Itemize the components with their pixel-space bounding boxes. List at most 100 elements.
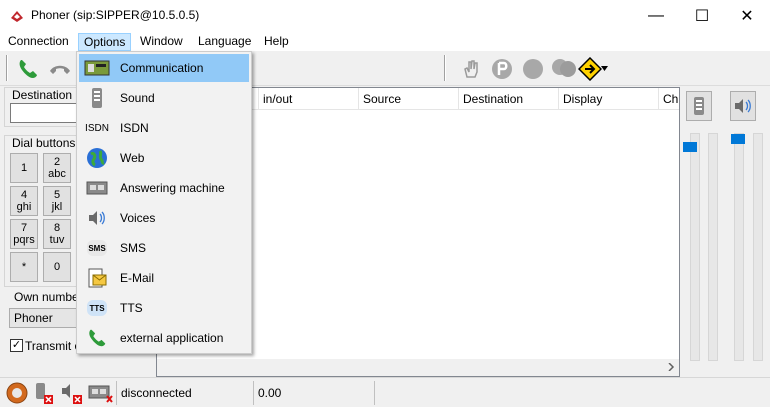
close-button[interactable]: ✕ [724, 0, 770, 31]
column-separator [658, 88, 659, 110]
column-header-destination[interactable]: Destination [463, 92, 523, 106]
microphone-icon [694, 97, 704, 115]
menu-item-label: ISDN [120, 121, 149, 135]
phoner-app-icon [11, 11, 23, 22]
connection-status-text: disconnected [116, 381, 252, 405]
sound-icon [83, 84, 111, 112]
dial-button-letters: tuv [49, 234, 65, 246]
menu-item-label: external application [120, 331, 224, 345]
microphone-volume-slider[interactable] [690, 133, 700, 361]
dial-button-digit: 8 [53, 222, 61, 234]
column-separator [358, 88, 359, 110]
dial-button-digit: 2 [53, 156, 61, 168]
menu-item-isdn[interactable]: ISDN ISDN [79, 114, 249, 142]
menu-item-label: SMS [120, 241, 147, 255]
sms-icon: SMS [87, 240, 107, 256]
dial-button-digit: 0 [53, 261, 61, 273]
options-menu-dropdown: Communication Sound ISDN ISDN Web Answer… [76, 51, 252, 354]
horizontal-scrollbar[interactable] [157, 359, 679, 376]
menu-item-label: TTS [120, 301, 143, 315]
dial-button-digit: 7 [20, 222, 28, 234]
status-value: 0.00 [253, 381, 373, 405]
speaker-level-track [753, 133, 763, 361]
title-bar: Phoner (sip:SIPPER@10.5.0.5) — ☐ ✕ [0, 0, 770, 31]
call-icon[interactable] [16, 57, 40, 81]
connection-status-icon [6, 382, 28, 404]
dial-button-star[interactable]: * [10, 252, 38, 282]
speaker-volume-slider[interactable] [734, 133, 744, 361]
microphone-level-track [708, 133, 718, 361]
menu-item-answering-machine[interactable]: Answering machine [79, 174, 249, 202]
dial-button-4[interactable]: 4 ghi [10, 186, 38, 216]
menu-item-tts[interactable]: TTS TTS [79, 294, 249, 322]
isdn-icon: ISDN [85, 122, 109, 134]
column-header-channel[interactable]: Ch [663, 92, 678, 106]
menu-connection[interactable]: Connection [3, 33, 74, 51]
dial-button-digit: 1 [20, 162, 28, 174]
menu-item-voices[interactable]: Voices [79, 204, 249, 232]
speaker-button[interactable] [730, 91, 756, 121]
microphone-button[interactable] [686, 91, 712, 121]
conference-icon[interactable] [550, 57, 578, 81]
dial-button-1[interactable]: 1 [10, 153, 38, 183]
menu-item-label: Sound [120, 91, 155, 105]
menu-item-label: Communication [120, 61, 204, 75]
dial-button-7[interactable]: 7 pqrs [10, 219, 38, 249]
speaker-volume-thumb[interactable] [731, 134, 745, 144]
maximize-icon: ☐ [694, 7, 710, 25]
record-icon[interactable] [521, 57, 545, 81]
minimize-button[interactable]: — [633, 0, 679, 31]
scroll-right-icon[interactable] [667, 363, 675, 371]
answering-machine-icon [83, 174, 111, 202]
dial-button-5[interactable]: 5 jkl [43, 186, 71, 216]
menu-item-label: Answering machine [120, 181, 225, 195]
column-header-inout[interactable]: in/out [263, 92, 292, 106]
menu-item-external-application[interactable]: external application [79, 324, 249, 352]
menu-window[interactable]: Window [135, 33, 188, 51]
menu-item-label: Web [120, 151, 145, 165]
right-panel [680, 87, 770, 377]
dial-buttons-label: Dial buttons [10, 136, 78, 150]
chevron-down-icon[interactable] [601, 66, 608, 71]
dial-button-0[interactable]: 0 [43, 252, 71, 282]
dial-button-digit: * [21, 261, 27, 273]
hold-hand-icon[interactable] [459, 57, 483, 81]
menu-options[interactable]: Options [78, 33, 132, 51]
menu-bar: Connection Options Window Language Help [0, 31, 770, 51]
menu-item-email[interactable]: E-Mail [79, 264, 249, 292]
dial-button-digit: 5 [53, 189, 61, 201]
microphone-volume-thumb[interactable] [683, 142, 697, 152]
window-title: Phoner (sip:SIPPER@10.5.0.5) [31, 8, 200, 22]
dial-button-letters: abc [48, 168, 66, 180]
dial-button-letters: ghi [16, 201, 32, 213]
column-header-display[interactable]: Display [563, 92, 602, 106]
toolbar-separator [444, 55, 446, 81]
menu-item-sms[interactable]: SMS SMS [79, 234, 249, 262]
dial-button-letters: jkl [51, 201, 63, 213]
maximize-button[interactable]: ☐ [679, 0, 725, 31]
menu-item-sound[interactable]: Sound [79, 84, 249, 112]
speaker-icon [83, 204, 111, 232]
menu-item-label: Voices [120, 211, 156, 225]
transmit-checkbox[interactable]: ✓ [10, 339, 23, 352]
phone-green-icon [83, 324, 111, 352]
tts-icon: TTS [87, 300, 107, 316]
menu-item-label: E-Mail [120, 271, 155, 285]
menu-item-web[interactable]: Web [79, 144, 249, 172]
close-icon: ✕ [740, 7, 754, 25]
dial-button-2[interactable]: 2 abc [43, 153, 71, 183]
menu-language[interactable]: Language [193, 33, 256, 51]
column-separator [458, 88, 459, 110]
menu-help[interactable]: Help [259, 33, 294, 51]
status-bar: disconnected 0.00 [0, 377, 770, 407]
hangup-icon[interactable] [48, 61, 72, 77]
dial-button-8[interactable]: 8 tuv [43, 219, 71, 249]
column-separator [258, 88, 259, 110]
email-icon [83, 264, 111, 292]
column-header-source[interactable]: Source [363, 92, 401, 106]
speaker-muted-icon [62, 384, 82, 404]
menu-item-communication[interactable]: Communication [79, 54, 249, 82]
park-icon[interactable] [490, 57, 514, 81]
transfer-icon[interactable] [578, 57, 602, 81]
communication-icon [83, 54, 111, 82]
